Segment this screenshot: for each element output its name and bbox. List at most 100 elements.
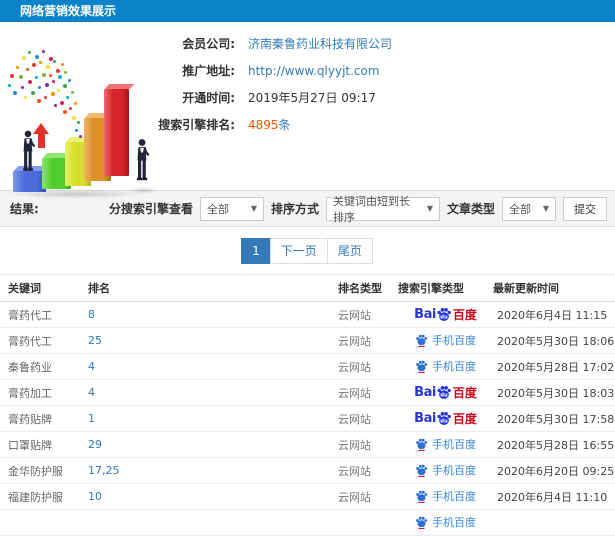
businessman-figure [23,130,36,171]
engine-cell: Bai du 百度 [398,385,493,401]
businessman-right [133,132,151,192]
result-label: 结果: [10,202,39,216]
info-label: 开通时间: [182,91,235,105]
updated-cell: 2020年5月28日 16:55 [497,438,615,452]
rank-count-unit: 条 [278,118,291,132]
table-row: 秦鲁药业 4 云网站 手机百度 2020年5月28日 17:02 [0,354,615,380]
confetti-dot [19,75,23,79]
confetti-dot [39,61,42,64]
rank-type-cell: 云网站 [338,490,371,504]
page-button-current[interactable]: 1 [241,237,271,264]
confetti-dot [28,80,32,84]
keyword-rank-table: 关键词 排名 排名类型 搜索引擎类型 最新更新时间 膏药代工 8 云网站 Bai du 百度… [0,274,615,536]
rank-type-cell: 云网站 [338,412,371,426]
confetti-dot [52,80,55,83]
table-header-col-engine-type: 搜索引擎类型 [398,282,464,295]
table-row: 福建防护服 10 云网站 手机百度 2020年6月4日 11:10 [0,484,615,510]
sort-select[interactable]: 关键词由短到长排序 ▼ [325,195,440,224]
updated-cell: 2020年5月30日 18:03 [497,386,615,400]
rank-link[interactable]: 8 [88,308,338,321]
table-row: 手机百度 [0,510,615,536]
page-button-last[interactable]: 尾页 [326,237,373,264]
svg-text:du: du [440,392,448,398]
info-row: 搜索引擎排名: 4895条 [88,111,392,138]
rank-link[interactable]: 25 [88,334,338,347]
confetti-dot [46,65,50,69]
rank-link[interactable]: 4 [88,386,338,399]
engine-cell: Bai du 百度 [398,411,493,427]
submit-button[interactable]: 提交 [563,196,607,221]
confetti-dot [56,69,60,73]
confetti-dot [28,51,31,54]
page-button-next[interactable]: 下一页 [269,237,328,264]
rank-link[interactable]: 17,25 [88,464,338,477]
info-label: 推广地址: [182,64,235,78]
confetti-dot [63,110,67,114]
confetti-dot [51,92,55,96]
baidu-paw-icon [416,438,428,451]
engine-select-value: 全部 [206,202,229,216]
confetti-dot [69,107,72,110]
businessman-left [19,130,37,176]
keyword-cell: 金华防护服 [8,464,63,478]
engine-select[interactable]: 全部 ▼ [199,196,264,221]
rank-link[interactable]: 1 [88,412,338,425]
open-time-value: 2019年5月27日 09:17 [248,91,376,105]
sort-select-value: 关键词由短到长排序 [332,194,410,224]
mobile-baidu-logo: 手机百度 [415,490,476,503]
confetti-dot [75,129,78,132]
info-label: 搜索引擎排名: [158,118,235,132]
confetti-dot [37,99,41,103]
rank-type-cell: 云网站 [338,308,371,322]
rank-link[interactable]: 29 [88,438,338,451]
rank-count-number: 4895 [248,118,279,132]
engine-cell: 手机百度 [398,438,493,451]
confetti-dot [24,96,27,99]
baidu-logo-bai: Bai [414,385,436,400]
confetti-dot [64,71,67,74]
baidu-paw-icon [416,360,428,373]
baidu-logo-cn: 百度 [452,411,477,426]
mobile-baidu-logo: 手机百度 [415,516,476,529]
title-bar: 网络营销效果展示 [0,0,615,22]
keyword-cell: 秦鲁药业 [8,360,52,374]
chevron-down-icon: ▼ [250,204,257,213]
confetti-dot [49,74,52,77]
svg-text:du: du [440,314,448,320]
confetti-dot [31,91,35,95]
rank-link[interactable]: 10 [88,490,338,503]
businessman-figure [137,139,150,181]
engine-cell: 手机百度 [398,490,493,503]
table-header-col-rank-type: 排名类型 [338,282,382,295]
table-header-col-keyword: 关键词 [8,282,41,295]
confetti-dot [8,84,11,87]
baidu-logo-cn: 百度 [452,307,477,322]
confetti-dot [66,96,69,99]
sort-filter-label: 排序方式 [270,202,319,216]
updated-cell: 2020年6月4日 11:10 [497,490,608,504]
mobile-baidu-label: 手机百度 [432,360,476,373]
engine-cell: 手机百度 [398,334,493,347]
mobile-baidu-label: 手机百度 [432,438,476,451]
rank-type-cell: 云网站 [338,438,371,452]
rank-type-cell: 云网站 [338,464,371,478]
confetti-dot [57,89,60,92]
confetti-dot [35,55,39,59]
article-type-select[interactable]: 全部 ▼ [502,196,556,221]
info-row: 推广地址: http://www.qlyyjt.com [88,57,392,84]
baidu-logo-bai: Bai [414,411,436,426]
confetti-dot [60,101,64,105]
confetti-dot [74,102,77,105]
promo-url-link[interactable]: http://www.qlyyjt.com [248,64,380,78]
member-company-link[interactable]: 济南秦鲁药业科技有限公司 [248,35,392,52]
rank-link[interactable]: 4 [88,360,338,373]
engine-cell: 手机百度 [398,360,493,373]
baidu-paw-icon: du [437,307,451,321]
keyword-cell: 膏药加工 [8,386,52,400]
rank-type-cell: 云网站 [338,334,371,348]
filter-controls: 分搜索引擎查看 全部 ▼ 排序方式 关键词由短到长排序 ▼ 文章类型 全部 ▼ … [109,195,607,224]
table-header-col-updated: 最新更新时间 [493,282,559,295]
engine-cell: 手机百度 [398,464,493,477]
info-label: 会员公司: [182,37,235,51]
confetti-dot [42,73,46,77]
